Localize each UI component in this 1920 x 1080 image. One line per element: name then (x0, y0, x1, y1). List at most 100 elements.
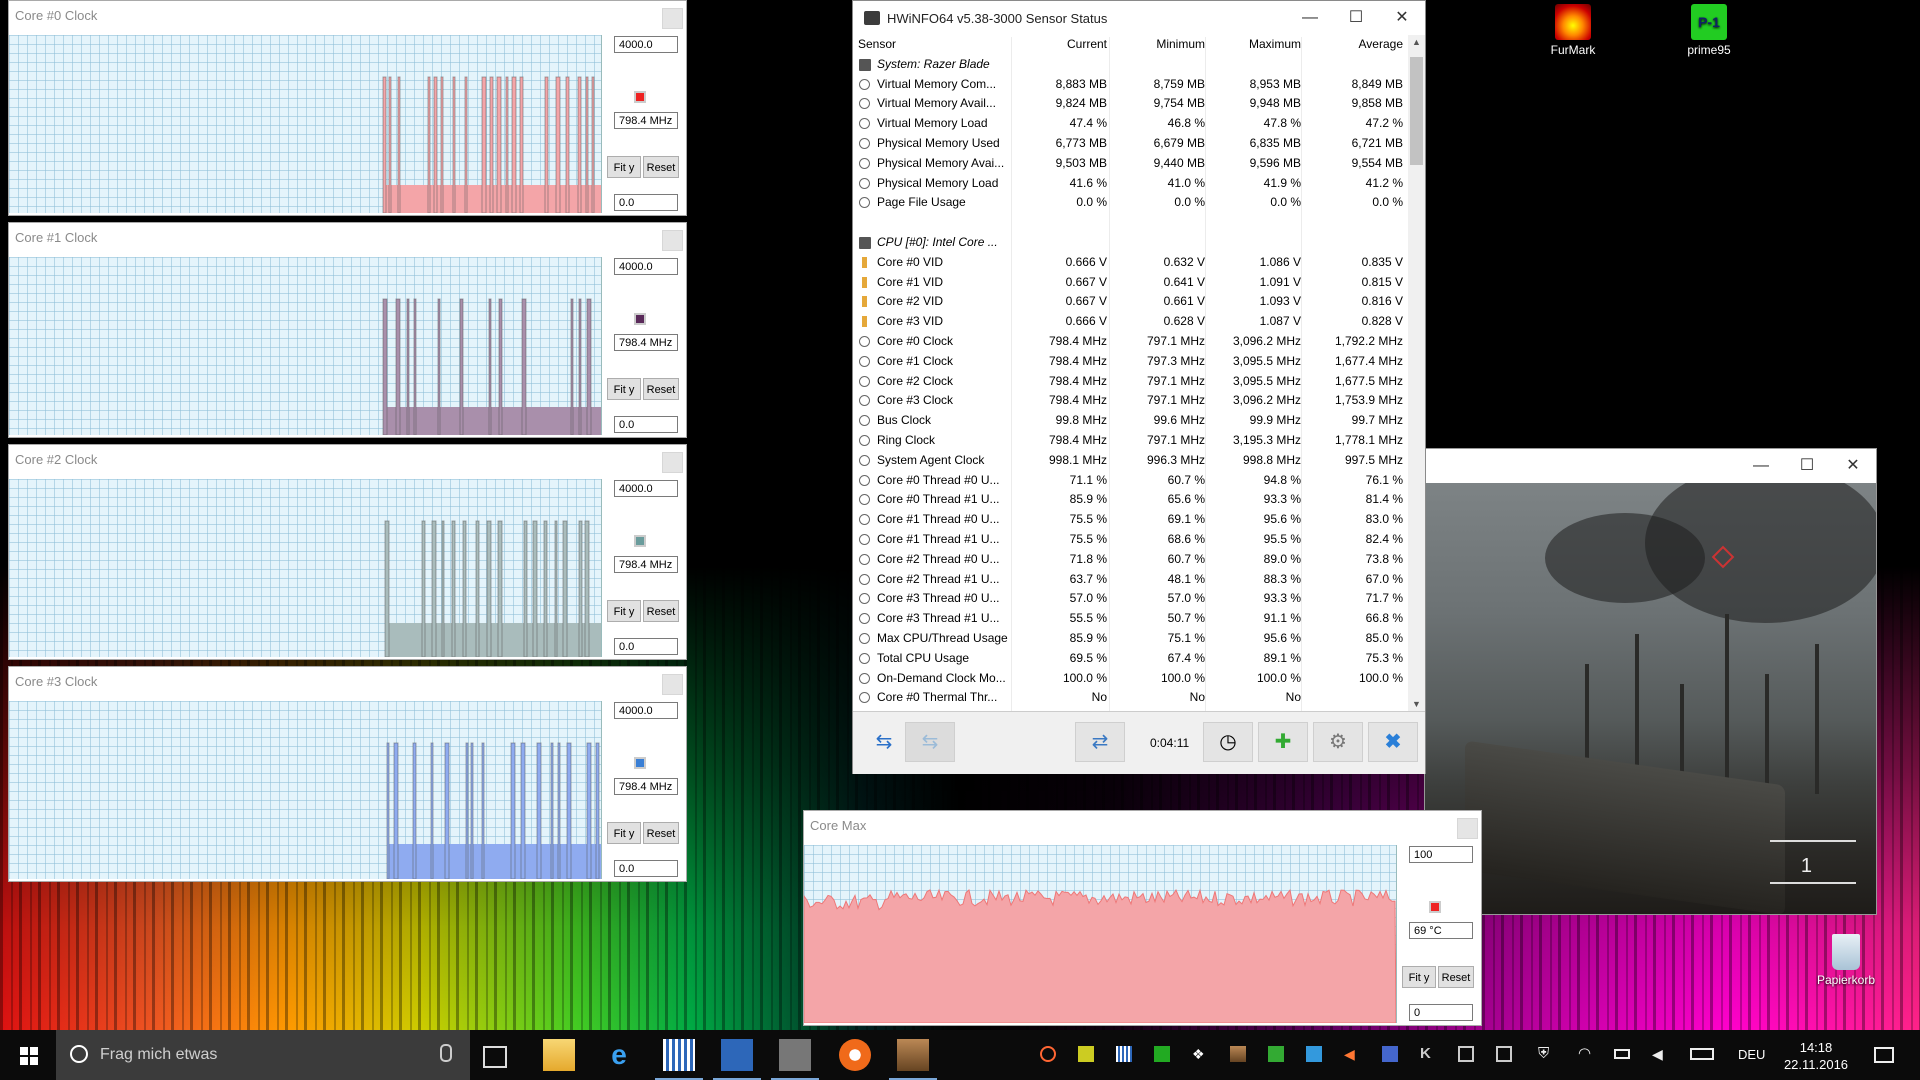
sensor-row[interactable]: Core #3 VID 0.666 V 0.628 V 1.087 V 0.828 V (853, 312, 1409, 332)
tray-hwinfo-icon[interactable] (1116, 1046, 1132, 1062)
graph-window-core-max[interactable]: Core Max 100 69 °C Fit y Reset 0 (803, 810, 1482, 1026)
reset-button[interactable]: Reset (643, 600, 679, 622)
network-computers-icon[interactable]: ⇄ (1075, 722, 1125, 762)
tray-display-icon[interactable] (1382, 1046, 1398, 1062)
graph-min-field[interactable]: 0.0 (614, 638, 678, 655)
graph-min-field[interactable]: 0 (1409, 1004, 1473, 1021)
tray-origin-icon[interactable] (1040, 1046, 1056, 1062)
add-report-icon[interactable]: ✚ (1258, 722, 1308, 762)
minimize-button[interactable]: — (1738, 453, 1784, 479)
sensor-row[interactable]: Core #2 Thread #1 U... 63.7 % 48.1 % 88.3 %… (853, 570, 1409, 590)
game-window[interactable]: — ☐ ✕ 1 (1424, 448, 1877, 915)
sensor-row[interactable]: Core #2 Clock 798.4 MHz 797.1 MHz 3,095.5 M… (853, 372, 1409, 392)
graph-max-field[interactable]: 4000.0 (614, 36, 678, 53)
volume-icon[interactable]: ◀ (1652, 1046, 1668, 1062)
tray-device-icon[interactable] (1496, 1046, 1512, 1062)
keyboard-icon[interactable] (1690, 1048, 1714, 1060)
tray-gpu-icon[interactable] (1154, 1046, 1170, 1062)
scroll-down-arrow-icon[interactable]: ▼ (1408, 699, 1425, 709)
hwinfo-window[interactable]: HWiNFO64 v5.38-3000 Sensor Status — ☐ ✕ … (852, 0, 1426, 774)
close-button[interactable]: ✕ (1379, 5, 1425, 31)
close-button[interactable] (662, 452, 683, 473)
tray-k-icon[interactable]: K (1420, 1046, 1436, 1062)
fit-y-button[interactable]: Fit y (1402, 966, 1436, 988)
sensor-row[interactable]: Physical Memory Load 41.6 % 41.0 % 41.9 % 41… (853, 174, 1409, 194)
reset-button[interactable]: Reset (643, 378, 679, 400)
graph-max-field[interactable]: 4000.0 (614, 480, 678, 497)
graph-window-core1-clock[interactable]: Core #1 Clock 4000.0 798.4 MHz Fit y Res… (8, 222, 687, 438)
graph-min-field[interactable]: 0.0 (614, 194, 678, 211)
close-button[interactable] (1457, 818, 1478, 839)
system-clock[interactable]: 14:18 22.11.2016 (1781, 1039, 1851, 1073)
reset-button[interactable]: Reset (1438, 966, 1474, 988)
scrollbar-thumb[interactable] (1410, 57, 1423, 165)
action-center-icon[interactable] (1874, 1047, 1894, 1063)
column-header-maximum[interactable]: Maximum (1207, 35, 1301, 55)
column-header-average[interactable]: Average (1303, 35, 1403, 55)
graph-window-core2-clock[interactable]: Core #2 Clock 4000.0 798.4 MHz Fit y Res… (8, 444, 687, 660)
sensor-row[interactable]: Core #3 Thread #1 U... 55.5 % 50.7 % 91.1 %… (853, 609, 1409, 629)
graph-min-field[interactable]: 0.0 (614, 860, 678, 877)
graph-window-core3-clock[interactable]: Core #3 Clock 4000.0 798.4 MHz Fit y Res… (8, 666, 687, 882)
sensor-row[interactable]: Core #3 Clock 798.4 MHz 797.1 MHz 3,096.2 M… (853, 391, 1409, 411)
reset-button[interactable]: Reset (643, 822, 679, 844)
sensor-row[interactable]: Ring Clock 798.4 MHz 797.1 MHz 3,195.3 MHz 1… (853, 431, 1409, 451)
tray-game-icon[interactable] (1230, 1046, 1246, 1062)
graph-color-swatch[interactable] (634, 313, 646, 325)
fit-y-button[interactable]: Fit y (607, 378, 641, 400)
input-language[interactable]: DEU (1738, 1047, 1765, 1062)
battlefield-game-icon[interactable] (889, 1039, 937, 1080)
sensor-row[interactable]: Page File Usage 0.0 % 0.0 % 0.0 % 0.0 % (853, 193, 1409, 213)
tray-app-blue-icon[interactable] (1306, 1046, 1322, 1062)
tray-monitor-icon[interactable] (1458, 1046, 1474, 1062)
sensor-row[interactable]: Virtual Memory Com... 8,883 MB 8,759 MB 8,9… (853, 75, 1409, 95)
column-header-current[interactable]: Current (1011, 35, 1107, 55)
sensor-row[interactable]: Core #0 VID 0.666 V 0.632 V 1.086 V 0.835 V (853, 253, 1409, 273)
column-header-minimum[interactable]: Minimum (1111, 35, 1205, 55)
sensor-row[interactable]: Max CPU/Thread Usage 85.9 % 75.1 % 95.6 % 85… (853, 629, 1409, 649)
fit-y-button[interactable]: Fit y (607, 156, 641, 178)
desktop-icon-recycle-bin[interactable]: Papierkorb (1806, 934, 1886, 987)
graph-color-swatch[interactable] (634, 535, 646, 547)
edge-browser-icon[interactable]: e (603, 1039, 635, 1071)
sensor-row[interactable] (853, 213, 1409, 233)
sensor-row[interactable]: Physical Memory Avai... 9,503 MB 9,440 MB 9… (853, 154, 1409, 174)
reset-button[interactable]: Reset (643, 156, 679, 178)
sensor-row[interactable]: Core #0 Thread #0 U... 71.1 % 60.7 % 94.8 %… (853, 471, 1409, 491)
graph-max-field[interactable]: 100 (1409, 846, 1473, 863)
sensor-row[interactable]: Core #1 VID 0.667 V 0.641 V 1.091 V 0.815 V (853, 273, 1409, 293)
graph-max-field[interactable]: 4000.0 (614, 258, 678, 275)
close-button[interactable] (662, 8, 683, 29)
desktop-icon-prime95[interactable]: P-1 prime95 (1669, 4, 1749, 57)
settings-gear-icon[interactable]: ⚙ (1313, 722, 1363, 762)
hwinfo-taskbar-icon[interactable] (655, 1039, 703, 1080)
sensor-row[interactable]: Core #1 Clock 798.4 MHz 797.3 MHz 3,095.5 M… (853, 352, 1409, 372)
battery-icon[interactable] (1614, 1049, 1630, 1059)
origin-icon[interactable] (839, 1039, 871, 1071)
fit-y-button[interactable]: Fit y (607, 600, 641, 622)
microphone-icon[interactable] (440, 1044, 452, 1062)
sensor-row[interactable]: System Agent Clock 998.1 MHz 996.3 MHz 998.… (853, 451, 1409, 471)
wifi-icon[interactable]: ◠ (1578, 1046, 1594, 1062)
fit-y-button[interactable]: Fit y (607, 822, 641, 844)
sensor-row[interactable]: Total CPU Usage 69.5 % 67.4 % 89.1 % 75.3 % (853, 649, 1409, 669)
title-bar[interactable]: HWiNFO64 v5.38-3000 Sensor Status — ☐ ✕ (853, 1, 1425, 35)
close-button[interactable] (662, 230, 683, 251)
windows-defender-shield-icon[interactable]: ⛨ (1538, 1046, 1554, 1062)
sensor-row[interactable]: Core #0 Thread #1 U... 85.9 % 65.6 % 93.3 %… (853, 490, 1409, 510)
gpu-monitor-icon[interactable] (771, 1039, 819, 1080)
tray-app-icon[interactable] (1078, 1046, 1094, 1062)
sensor-row[interactable]: Core #1 Thread #1 U... 75.5 % 68.6 % 95.5 %… (853, 530, 1409, 550)
game-viewport[interactable]: 1 (1425, 483, 1876, 914)
graph-color-swatch[interactable] (634, 757, 646, 769)
scroll-up-arrow-icon[interactable]: ▲ (1408, 37, 1425, 47)
graph-min-field[interactable]: 0.0 (614, 416, 678, 433)
sensor-row[interactable]: Core #1 Thread #0 U... 75.5 % 69.1 % 95.6 %… (853, 510, 1409, 530)
vertical-scrollbar[interactable]: ▲ ▼ (1408, 35, 1425, 711)
graph-color-swatch[interactable] (1429, 901, 1441, 913)
sensor-group-row[interactable]: CPU [#0]: Intel Core ... (853, 233, 1409, 253)
sensor-table[interactable]: Sensor Current Minimum Maximum Average S… (853, 35, 1409, 711)
speaker-warning-icon[interactable]: ◀ (1344, 1046, 1360, 1062)
close-x-icon[interactable]: ✖ (1368, 722, 1418, 762)
sensor-row[interactable]: Core #3 Thread #0 U... 57.0 % 57.0 % 93.3 %… (853, 589, 1409, 609)
